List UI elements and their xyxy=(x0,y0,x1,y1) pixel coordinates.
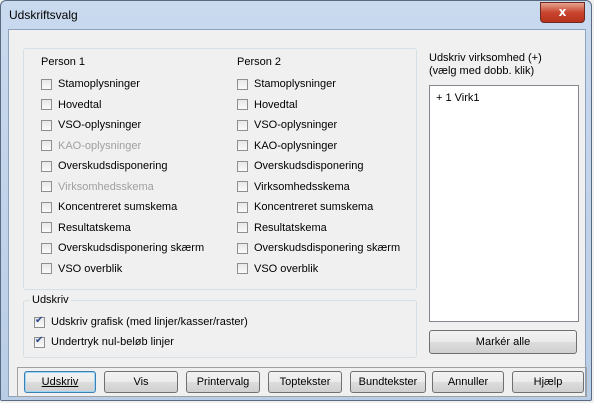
checkbox[interactable] xyxy=(41,78,52,90)
checkbox-row[interactable]: VSO overblik xyxy=(41,261,122,277)
checkbox[interactable] xyxy=(237,119,248,131)
checkbox-label: Stamoplysninger xyxy=(254,78,336,90)
checkbox-label: Undertryk nul-beløb linjer xyxy=(51,336,174,348)
checkbox[interactable] xyxy=(237,181,248,192)
checkbox-row[interactable]: Overskudsdisponering xyxy=(41,158,167,174)
person1-legend: Person 1 xyxy=(39,56,88,68)
checkbox-row[interactable]: VSO-oplysninger xyxy=(237,117,337,133)
checkbox-row[interactable]: Stamoplysninger xyxy=(237,76,336,92)
toptekster-button-label: Toptekster xyxy=(279,376,331,388)
hjaelp-button-label: Hjælp xyxy=(533,376,563,388)
checkbox[interactable] xyxy=(41,263,52,274)
checkbox-row: Virksomhedsskema xyxy=(41,179,154,195)
title-bar[interactable]: Udskriftsvalg x xyxy=(1,1,591,29)
annuller-button[interactable]: Annuller xyxy=(432,371,504,393)
window-title: Udskriftsvalg xyxy=(9,8,78,22)
person2-legend: Person 2 xyxy=(235,56,284,68)
checkbox-row[interactable]: Udskriv grafisk (med linjer/kasser/raste… xyxy=(34,314,248,330)
checkbox[interactable] xyxy=(237,222,248,233)
dialog-client-area: Person 1 Stamoplysninger Hovedtal VSO-oply… xyxy=(8,29,587,397)
checkbox[interactable] xyxy=(237,78,248,90)
checkbox-row[interactable]: Overskudsdisponering xyxy=(237,158,363,174)
dialog-window: Udskriftsvalg x Person 1 Stamoplysninger… xyxy=(0,0,592,401)
checkbox[interactable] xyxy=(34,335,45,348)
annuller-button-label: Annuller xyxy=(447,376,489,388)
person1-group: Person 1 Stamoplysninger Hovedtal VSO-oply… xyxy=(31,56,219,276)
checkbox[interactable] xyxy=(41,222,52,233)
checkbox-row[interactable]: Overskudsdisponering skærm xyxy=(41,240,204,256)
checkbox-label: Hovedtal xyxy=(254,98,298,111)
checkbox[interactable] xyxy=(237,242,248,254)
checkbox-label: Koncentreret sumskema xyxy=(254,201,374,213)
person2-group: Person 2 Stamoplysninger Hovedtal VSO-oply… xyxy=(227,56,415,276)
checkbox-label: Overskudsdisponering skærm xyxy=(58,242,205,254)
checkbox-label: Resultatskema xyxy=(58,221,131,234)
checkbox-row[interactable]: Stamoplysninger xyxy=(41,76,140,92)
checkbox-label: VSO overblik xyxy=(254,262,319,275)
checkbox-label: Virksomhedsskema xyxy=(254,180,350,193)
checkbox-label: Overskudsdisponering xyxy=(254,160,364,172)
close-button[interactable]: x xyxy=(540,2,585,23)
checkbox[interactable] xyxy=(237,160,248,172)
checkbox-label: VSO-oplysninger xyxy=(254,119,338,131)
checkbox-label: Koncentreret sumskema xyxy=(58,201,178,213)
checkbox-row[interactable]: VSO overblik xyxy=(237,261,318,277)
checkbox-row: KAO-oplysninger xyxy=(41,138,141,154)
checkbox-row[interactable]: Koncentreret sumskema xyxy=(41,199,177,215)
bundtekster-button[interactable]: Bundtekster xyxy=(350,371,426,393)
checkbox-row[interactable]: Hovedtal xyxy=(41,97,101,113)
checkbox-row[interactable]: Undertryk nul-beløb linjer xyxy=(34,334,174,350)
checkbox-label: KAO-oplysninger xyxy=(58,139,142,152)
toptekster-button[interactable]: Toptekster xyxy=(268,371,342,393)
checkbox-label: Udskriv grafisk (med linjer/kasser/raste… xyxy=(51,316,248,328)
checkbox xyxy=(41,181,52,192)
checkbox[interactable] xyxy=(237,140,248,151)
vis-button-label: Vis xyxy=(133,376,149,388)
printervalg-button-label: Printervalg xyxy=(196,376,250,388)
checkbox-label: Hovedtal xyxy=(58,98,102,111)
checkbox[interactable] xyxy=(41,99,52,110)
checkbox-row[interactable]: Overskudsdisponering skærm xyxy=(237,240,400,256)
printervalg-button[interactable]: Printervalg xyxy=(186,371,260,393)
checkbox-label: VSO-oplysninger xyxy=(58,119,142,131)
checkbox-label: Overskudsdisponering xyxy=(58,160,168,172)
checkbox[interactable] xyxy=(237,201,248,213)
checkbox-row[interactable]: KAO-oplysninger xyxy=(237,138,337,154)
select-all-button[interactable]: Markér alle xyxy=(429,330,577,354)
select-all-label: Markér alle xyxy=(475,336,531,348)
checkbox-row[interactable]: Resultatskema xyxy=(41,220,131,236)
udskriv-button-label: Udskriv xyxy=(41,376,79,388)
hjaelp-button[interactable]: Hjælp xyxy=(512,371,584,393)
checkbox-label: Resultatskema xyxy=(254,221,327,234)
checkbox[interactable] xyxy=(237,263,248,274)
udskriv-legend: Udskriv xyxy=(30,294,71,306)
udskriv-button[interactable]: Udskriv xyxy=(24,371,96,393)
list-item[interactable]: + 1 Virk1 xyxy=(436,92,480,104)
checkbox-label: Virksomhedsskema xyxy=(58,180,154,193)
vis-button[interactable]: Vis xyxy=(104,371,178,393)
checkbox[interactable] xyxy=(41,119,52,131)
virksomhed-label-line2: (vælg med dobb. klik) xyxy=(429,65,535,77)
checkbox xyxy=(41,140,52,151)
checkbox-row[interactable]: Resultatskema xyxy=(237,220,327,236)
checkbox-row[interactable]: Hovedtal xyxy=(237,97,297,113)
checkbox[interactable] xyxy=(41,242,52,254)
bundtekster-button-label: Bundtekster xyxy=(358,376,418,388)
udskriv-group: Udskriv Udskriv grafisk (med linjer/kass… xyxy=(23,294,417,358)
close-icon: x xyxy=(558,5,567,19)
checkbox-row[interactable]: Koncentreret sumskema xyxy=(237,199,373,215)
checkbox[interactable] xyxy=(237,99,248,110)
checkbox[interactable] xyxy=(41,201,52,213)
checkbox[interactable] xyxy=(34,315,45,328)
checkbox[interactable] xyxy=(41,160,52,172)
checkbox-label: Stamoplysninger xyxy=(58,78,140,90)
checkbox-label: Overskudsdisponering skærm xyxy=(254,242,401,254)
checkbox-row[interactable]: VSO-oplysninger xyxy=(41,117,141,133)
checkbox-label: KAO-oplysninger xyxy=(254,139,338,152)
checkbox-label: VSO overblik xyxy=(58,262,123,275)
virksomhed-label-line1: Udskriv virksomhed (+) xyxy=(429,52,542,64)
checkbox-row[interactable]: Virksomhedsskema xyxy=(237,179,350,195)
button-bar: Udskriv Vis Printervalg Toptekster Bundt… xyxy=(17,367,587,397)
virksomhed-listbox[interactable]: + 1 Virk1 xyxy=(429,85,579,322)
